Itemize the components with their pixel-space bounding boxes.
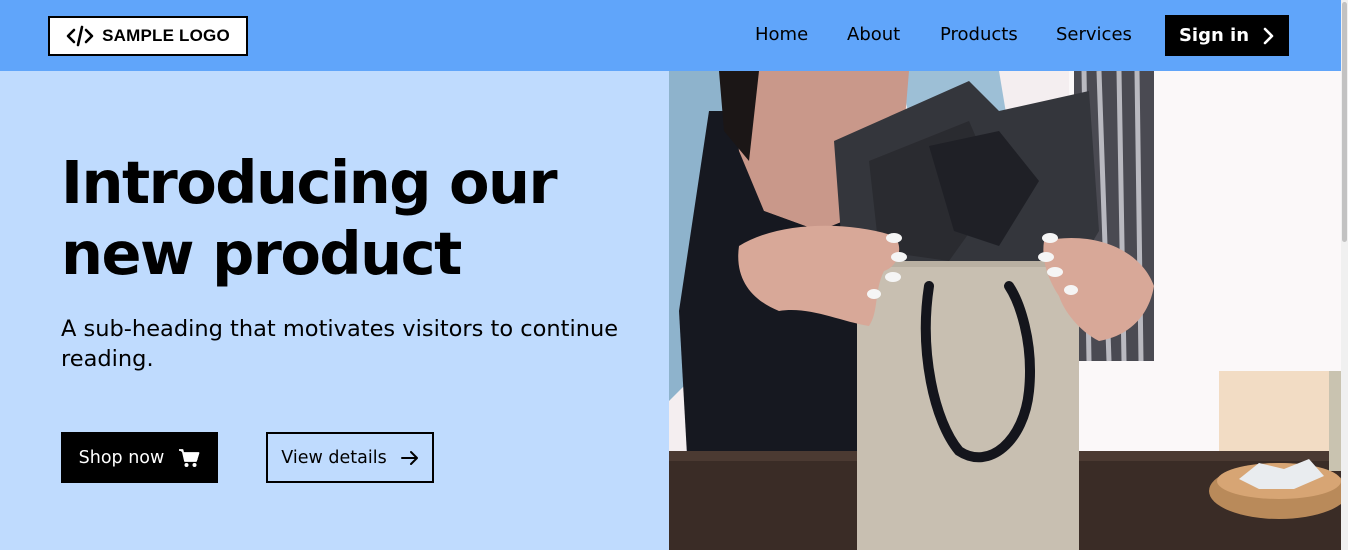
- hero-title-line-2: new product: [61, 219, 462, 288]
- shop-now-label: Shop now: [78, 447, 165, 468]
- hero-subheading: A sub-heading that motivates visitors to…: [61, 314, 621, 374]
- hero-product-image: [669, 71, 1348, 550]
- logo[interactable]: SAMPLE LOGO: [48, 16, 248, 56]
- hero-subheading-line-2: reading.: [61, 346, 154, 372]
- signin-label: Sign in: [1178, 25, 1250, 46]
- hero-title-line-1: Introducing our: [61, 148, 558, 217]
- page-scrollbar[interactable]: [1341, 0, 1348, 550]
- shop-now-button[interactable]: Shop now: [61, 432, 218, 483]
- hero-subheading-line-1: A sub-heading that motivates visitors to…: [61, 316, 619, 342]
- chevron-right-icon: [1263, 27, 1274, 44]
- signin-button[interactable]: Sign in: [1165, 15, 1289, 56]
- site-header: SAMPLE LOGO Home About Products Services…: [0, 0, 1348, 71]
- scrollbar-thumb[interactable]: [1342, 2, 1347, 242]
- hero-title: Introducing our new product: [61, 147, 621, 289]
- view-details-button[interactable]: View details: [266, 432, 434, 483]
- nav-home[interactable]: Home: [755, 24, 808, 45]
- nav-about[interactable]: About: [847, 24, 900, 45]
- hero-section: Introducing our new product A sub-headin…: [0, 71, 669, 550]
- logo-text: SAMPLE LOGO: [102, 26, 230, 45]
- nav-services[interactable]: Services: [1056, 24, 1132, 45]
- nav-products[interactable]: Products: [940, 24, 1018, 45]
- view-details-label: View details: [281, 447, 387, 468]
- code-icon: [66, 25, 94, 47]
- cart-icon: [179, 448, 200, 467]
- shopping-bag-photo: [669, 71, 1348, 550]
- arrow-right-icon: [400, 450, 418, 465]
